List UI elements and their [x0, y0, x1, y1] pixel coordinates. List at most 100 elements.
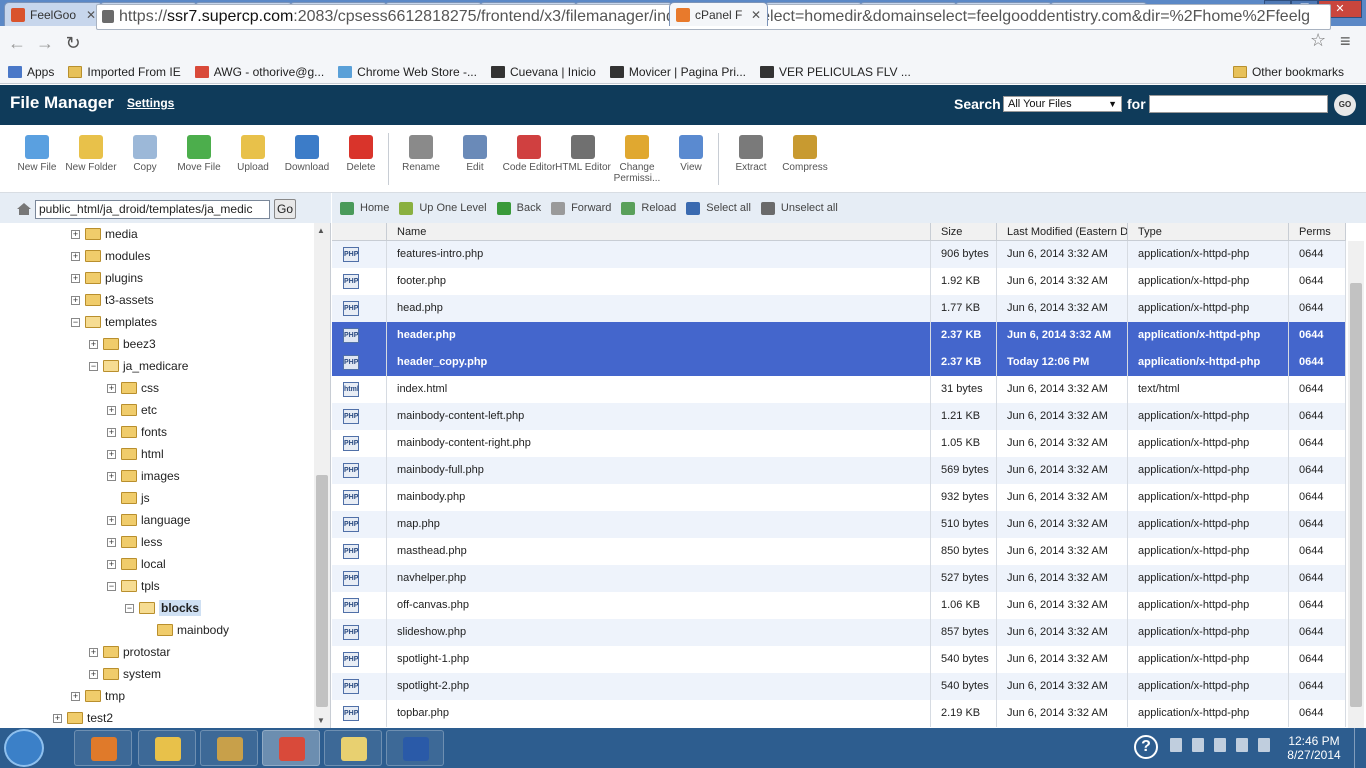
- toolbar-button-copy[interactable]: Copy: [117, 135, 173, 173]
- path-input[interactable]: public_html/ja_droid/templates/ja_medic: [35, 200, 270, 219]
- expand-icon[interactable]: +: [53, 713, 62, 723]
- bookmark-item[interactable]: Apps: [8, 65, 54, 79]
- browser-tab[interactable]: cPanel F ✕: [669, 2, 768, 26]
- collapse-icon[interactable]: −: [107, 581, 116, 591]
- table-row[interactable]: PHP features-intro.php 906 bytes Jun 6, 201…: [332, 241, 1346, 268]
- expand-icon[interactable]: +: [107, 405, 116, 415]
- tree-node[interactable]: − templates: [71, 311, 157, 333]
- expand-icon[interactable]: +: [89, 339, 98, 349]
- bookmark-item[interactable]: VER PELICULAS FLV ...: [760, 65, 911, 79]
- tree-node[interactable]: + fonts: [107, 421, 167, 443]
- nav-reload[interactable]: Reload: [621, 201, 676, 215]
- browser-tab[interactable]: FeelGoo ✕: [4, 2, 103, 26]
- toolbar-button-key[interactable]: Change Permissi...: [609, 135, 665, 184]
- search-input[interactable]: [1149, 95, 1328, 113]
- tree-node[interactable]: + html: [107, 443, 164, 465]
- expand-icon[interactable]: +: [107, 427, 116, 437]
- table-row[interactable]: PHP navhelper.php 527 bytes Jun 6, 2014 3:3…: [332, 565, 1346, 592]
- table-row[interactable]: PHP off-canvas.php 1.06 KB Jun 6, 2014 3:32…: [332, 592, 1346, 619]
- toolbar-button-code-editor[interactable]: Code Editor: [501, 135, 557, 173]
- expand-icon[interactable]: +: [71, 229, 80, 239]
- file-list-scroll-thumb[interactable]: [1350, 283, 1362, 707]
- clock[interactable]: 12:46 PM 8/27/2014: [1284, 734, 1344, 762]
- flag-icon[interactable]: [1192, 738, 1204, 752]
- table-row[interactable]: PHP footer.php 1.92 KB Jun 6, 2014 3:32 AM a…: [332, 268, 1346, 295]
- taskbar-app-chrome[interactable]: [262, 730, 320, 766]
- tree-node[interactable]: + protostar: [89, 641, 170, 663]
- toolbar-button-html-editor[interactable]: HTML Editor: [555, 135, 611, 173]
- expand-icon[interactable]: +: [71, 251, 80, 261]
- tree-node[interactable]: + media: [71, 223, 138, 245]
- forward-arrow-icon[interactable]: →: [34, 32, 56, 54]
- table-row[interactable]: PHP header_copy.php 2.37 KB Today 12:06 PM a…: [332, 349, 1346, 376]
- toolbar-button-delete[interactable]: Delete: [333, 135, 389, 173]
- toolbar-button-new-folder[interactable]: New Folder: [63, 135, 119, 173]
- taskbar-app-file-explorer[interactable]: [138, 730, 196, 766]
- toolbar-button-move-file[interactable]: Move File: [171, 135, 227, 173]
- taskbar-app-word[interactable]: [386, 730, 444, 766]
- back-arrow-icon[interactable]: ←: [6, 32, 28, 54]
- table-row[interactable]: PHP head.php 1.77 KB Jun 6, 2014 3:32 AM app…: [332, 295, 1346, 322]
- toolbar-button-edit[interactable]: Edit: [447, 135, 503, 173]
- nav-checkbox-empty[interactable]: Unselect all: [760, 201, 838, 215]
- bookmark-item[interactable]: Imported From IE: [68, 65, 181, 79]
- bookmark-item[interactable]: Cuevana | Inicio: [490, 65, 596, 79]
- table-row[interactable]: PHP mainbody-full.php 569 bytes Jun 6, 2014…: [332, 457, 1346, 484]
- taskbar-app-tools[interactable]: [200, 730, 258, 766]
- expand-icon[interactable]: +: [89, 669, 98, 679]
- nav-home[interactable]: Home: [340, 201, 389, 215]
- toolbar-button-extract[interactable]: Extract: [723, 135, 779, 173]
- column-header[interactable]: Type: [1128, 223, 1289, 241]
- expand-icon[interactable]: +: [107, 471, 116, 481]
- tree-node[interactable]: + t3-assets: [71, 289, 154, 311]
- tree-node[interactable]: + etc: [107, 399, 157, 421]
- network-icon[interactable]: [1236, 738, 1248, 752]
- toolbar-button-upload[interactable]: Upload: [225, 135, 281, 173]
- collapse-icon[interactable]: −: [89, 361, 98, 371]
- table-row[interactable]: html index.html 31 bytes Jun 6, 2014 3:32 A…: [332, 376, 1346, 403]
- tree-node[interactable]: + tmp: [71, 685, 125, 707]
- chrome-menu-icon[interactable]: ≡: [1340, 31, 1358, 52]
- tree-node[interactable]: + images: [107, 465, 180, 487]
- column-header[interactable]: Name: [387, 223, 931, 241]
- table-row[interactable]: PHP spotlight-1.php 540 bytes Jun 6, 2014 3…: [332, 646, 1346, 673]
- taskbar-app-media-player[interactable]: [74, 730, 132, 766]
- collapse-icon[interactable]: −: [125, 603, 134, 613]
- table-row[interactable]: PHP mainbody.php 932 bytes Jun 6, 2014 3:32…: [332, 484, 1346, 511]
- tree-node[interactable]: + local: [107, 553, 166, 575]
- table-row[interactable]: PHP slideshow.php 857 bytes Jun 6, 2014 3:3…: [332, 619, 1346, 646]
- tree-node[interactable]: + plugins: [71, 267, 143, 289]
- collapse-icon[interactable]: −: [71, 317, 80, 327]
- tree-node[interactable]: − blocks: [125, 597, 202, 619]
- toolbar-button-download[interactable]: Download: [279, 135, 335, 173]
- tree-node[interactable]: + css: [107, 377, 159, 399]
- tree-node[interactable]: mainbody: [143, 619, 229, 641]
- home-icon[interactable]: [16, 202, 32, 216]
- search-go-button[interactable]: GO: [1334, 94, 1356, 116]
- toolbar-button-compress[interactable]: Compress: [777, 135, 833, 173]
- table-row[interactable]: PHP header.php 2.37 KB Jun 6, 2014 3:32 AM a…: [332, 322, 1346, 349]
- windows-start-icon[interactable]: [4, 729, 44, 767]
- table-row[interactable]: PHP topbar.php 2.19 KB Jun 6, 2014 3:32 AM a…: [332, 700, 1346, 727]
- show-hidden-icons-icon[interactable]: [1170, 738, 1182, 752]
- table-row[interactable]: PHP mainbody-content-right.php 1.05 KB Jun …: [332, 430, 1346, 457]
- expand-icon[interactable]: +: [71, 691, 80, 701]
- tree-node[interactable]: − tpls: [107, 575, 160, 597]
- tree-node[interactable]: + language: [107, 509, 190, 531]
- table-row[interactable]: PHP map.php 510 bytes Jun 6, 2014 3:32 AM ap…: [332, 511, 1346, 538]
- toolbar-button-new-file[interactable]: New File: [9, 135, 65, 173]
- toolbar-button-rename[interactable]: Rename: [393, 135, 449, 173]
- table-row[interactable]: PHP mainbody-content-left.php 1.21 KB Jun 6…: [332, 403, 1346, 430]
- tree-scroll-thumb[interactable]: [316, 475, 328, 707]
- tree-node[interactable]: js: [107, 487, 150, 509]
- table-row[interactable]: PHP masthead.php 850 bytes Jun 6, 2014 3:32…: [332, 538, 1346, 565]
- tree-node[interactable]: + beez3: [89, 333, 156, 355]
- bookmark-star-icon[interactable]: ☆: [1310, 30, 1326, 51]
- expand-icon[interactable]: +: [107, 449, 116, 459]
- taskbar-app-folder[interactable]: [324, 730, 382, 766]
- bookmark-item[interactable]: Chrome Web Store -...: [338, 65, 477, 79]
- other-bookmarks[interactable]: Other bookmarks: [1232, 65, 1344, 79]
- nav-back-arrow[interactable]: Back: [496, 201, 541, 215]
- tree-node[interactable]: + modules: [71, 245, 150, 267]
- toolbar-button-magnifier[interactable]: View: [663, 135, 719, 173]
